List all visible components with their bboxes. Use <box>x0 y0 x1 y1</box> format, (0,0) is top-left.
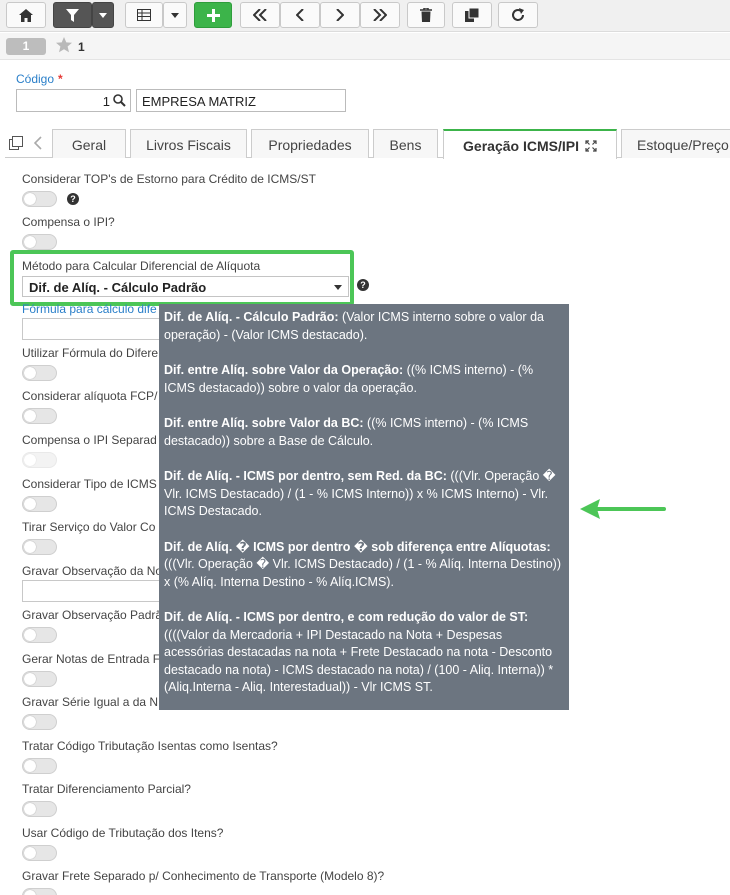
toggle-compensa-ipi[interactable] <box>22 234 57 250</box>
toggle-tratar-codigo[interactable] <box>22 758 57 774</box>
field-label-considerar-aliquota: Considerar alíquota FCP/ <box>22 389 158 403</box>
refresh-button[interactable] <box>498 2 538 28</box>
record-index-badge: 1 <box>6 38 46 55</box>
toggle-compensa-ipi-separado[interactable] <box>22 452 57 468</box>
search-icon[interactable] <box>113 94 126 107</box>
metodo-label: Método para Calcular Diferencial de Alíq… <box>22 259 261 273</box>
chevron-down-icon <box>171 12 179 18</box>
trash-icon <box>420 8 432 22</box>
tooltip-item: Dif. de Alíq. - ICMS por dentro, sem Red… <box>164 469 556 518</box>
refresh-icon <box>512 8 524 21</box>
field-label-utilizar-formula: Utilizar Fórmula do Difere <box>22 346 159 360</box>
star-icon[interactable] <box>55 36 73 54</box>
codigo-label: Código * <box>16 72 63 86</box>
field-label-gravar-serie: Gravar Série Igual a da N <box>22 695 159 709</box>
prev-record-button[interactable] <box>280 2 320 28</box>
toggle-tirar-servico[interactable] <box>22 539 57 555</box>
field-label-gerar-notas: Gerar Notas de Entrada F <box>22 652 161 666</box>
grid-icon <box>137 9 151 21</box>
copy-icon <box>465 8 479 22</box>
last-icon <box>373 9 387 21</box>
chevron-down-icon <box>99 12 107 18</box>
field-label-gravar-obs-padrao: Gravar Observação Padrã <box>22 608 163 622</box>
field-label-tratar-codigo: Tratar Código Tributação Isentas como Is… <box>22 739 278 753</box>
codigo-value: 1 <box>102 94 110 109</box>
green-arrow-icon <box>580 499 666 519</box>
duplicate-window-icon[interactable] <box>9 136 23 150</box>
toggle-gravar-serie[interactable] <box>22 714 57 730</box>
expand-icon[interactable] <box>585 140 597 152</box>
help-tooltip: Dif. de Alíq. - Cálculo Padrão: (Valor I… <box>159 304 569 710</box>
field-label-gravar-obs-nota: Gravar Observação da No <box>22 564 163 578</box>
toolbar <box>0 0 730 32</box>
tab-bens[interactable]: Bens <box>373 129 438 158</box>
tab-geral[interactable]: Geral <box>52 129 126 158</box>
tooltip-item: Dif. entre Alíq. sobre Valor da Operação… <box>164 363 534 395</box>
next-record-button[interactable] <box>320 2 360 28</box>
toggle-considerar-tipo[interactable] <box>22 496 57 512</box>
grid-view-button[interactable] <box>125 2 163 28</box>
filter-icon <box>66 8 79 22</box>
tooltip-item: Dif. de Alíq. � ICMS por dentro � sob di… <box>164 539 561 589</box>
required-marker: * <box>58 72 63 86</box>
formula-input[interactable] <box>22 318 162 340</box>
toggle-gravar-obs-padrao[interactable] <box>22 627 57 643</box>
add-button[interactable] <box>194 2 232 28</box>
prev-icon <box>296 9 304 21</box>
metodo-dropdown[interactable]: Dif. de Alíq. - Cálculo Padrão <box>22 276 349 297</box>
filter-dropdown-button[interactable] <box>92 2 114 28</box>
chevron-down-icon <box>334 285 342 290</box>
field-label-compensa-ipi-separado: Compensa o IPI Separad <box>22 433 157 447</box>
tooltip-item: Dif. entre Alíq. sobre Valor da BC: ((% … <box>164 416 529 448</box>
toggle-gravar-frete[interactable] <box>22 888 57 895</box>
field-label-gravar-frete: Gravar Frete Separado p/ Conhecimento de… <box>22 869 385 883</box>
field-label-tirar-servico: Tirar Serviço do Valor Co <box>22 520 156 534</box>
tooltip-item: Dif. de Alíq. - ICMS por dentro, e com r… <box>164 610 554 694</box>
delete-button[interactable] <box>407 2 445 28</box>
toggle-utilizar-formula[interactable] <box>22 365 57 381</box>
tab-propriedades[interactable]: Propriedades <box>251 129 369 158</box>
gravar-obs-nota-input[interactable] <box>22 580 162 602</box>
codigo-input[interactable]: 1 <box>16 89 131 112</box>
home-button[interactable] <box>6 2 46 28</box>
first-record-button[interactable] <box>240 2 280 28</box>
tab-livros-fiscais[interactable]: Livros Fiscais <box>130 129 247 158</box>
help-icon-metodo[interactable]: ? <box>357 279 369 291</box>
favorite-count: 1 <box>78 40 85 54</box>
duplicate-button[interactable] <box>452 2 492 28</box>
filter-button[interactable] <box>53 2 92 28</box>
add-icon <box>206 8 220 22</box>
toggle-gerar-notas[interactable] <box>22 671 57 687</box>
toggle-top-estorno[interactable] <box>22 191 57 207</box>
last-record-button[interactable] <box>360 2 400 28</box>
toggle-considerar-aliquota[interactable] <box>22 408 57 424</box>
tab-estoque-preco[interactable]: Estoque/Preço <box>621 129 730 158</box>
first-icon <box>253 9 267 21</box>
formula-label: Fórmula para cálculo dife <box>22 302 157 316</box>
tooltip-item: Dif. de Alíq. - Cálculo Padrão: (Valor I… <box>164 310 544 342</box>
home-icon <box>19 8 33 22</box>
field-label-compensa-ipi: Compensa o IPI? <box>22 215 115 229</box>
grid-dropdown-button[interactable] <box>163 2 187 28</box>
record-bar: 1 1 <box>0 33 730 60</box>
field-label-considerar-tipo: Considerar Tipo de ICMS <box>22 477 157 491</box>
toggle-usar-codigo[interactable] <box>22 845 57 861</box>
field-label-tratar-diferenciamento: Tratar Diferenciamento Parcial? <box>22 782 191 796</box>
help-icon[interactable]: ? <box>67 193 79 205</box>
metodo-selected-value: Dif. de Alíq. - Cálculo Padrão <box>29 280 207 295</box>
tab-scroll-left-icon[interactable] <box>34 136 42 150</box>
field-label-top-estorno: Considerar TOP's de Estorno para Crédito… <box>22 172 316 186</box>
toggle-tratar-diferenciamento[interactable] <box>22 801 57 817</box>
tab-geracao-icms-ipi[interactable]: Geração ICMS/IPI <box>443 129 617 159</box>
next-icon <box>336 9 344 21</box>
empresa-field: EMPRESA MATRIZ <box>136 89 346 112</box>
field-label-usar-codigo: Usar Código de Tributação dos Itens? <box>22 826 224 840</box>
